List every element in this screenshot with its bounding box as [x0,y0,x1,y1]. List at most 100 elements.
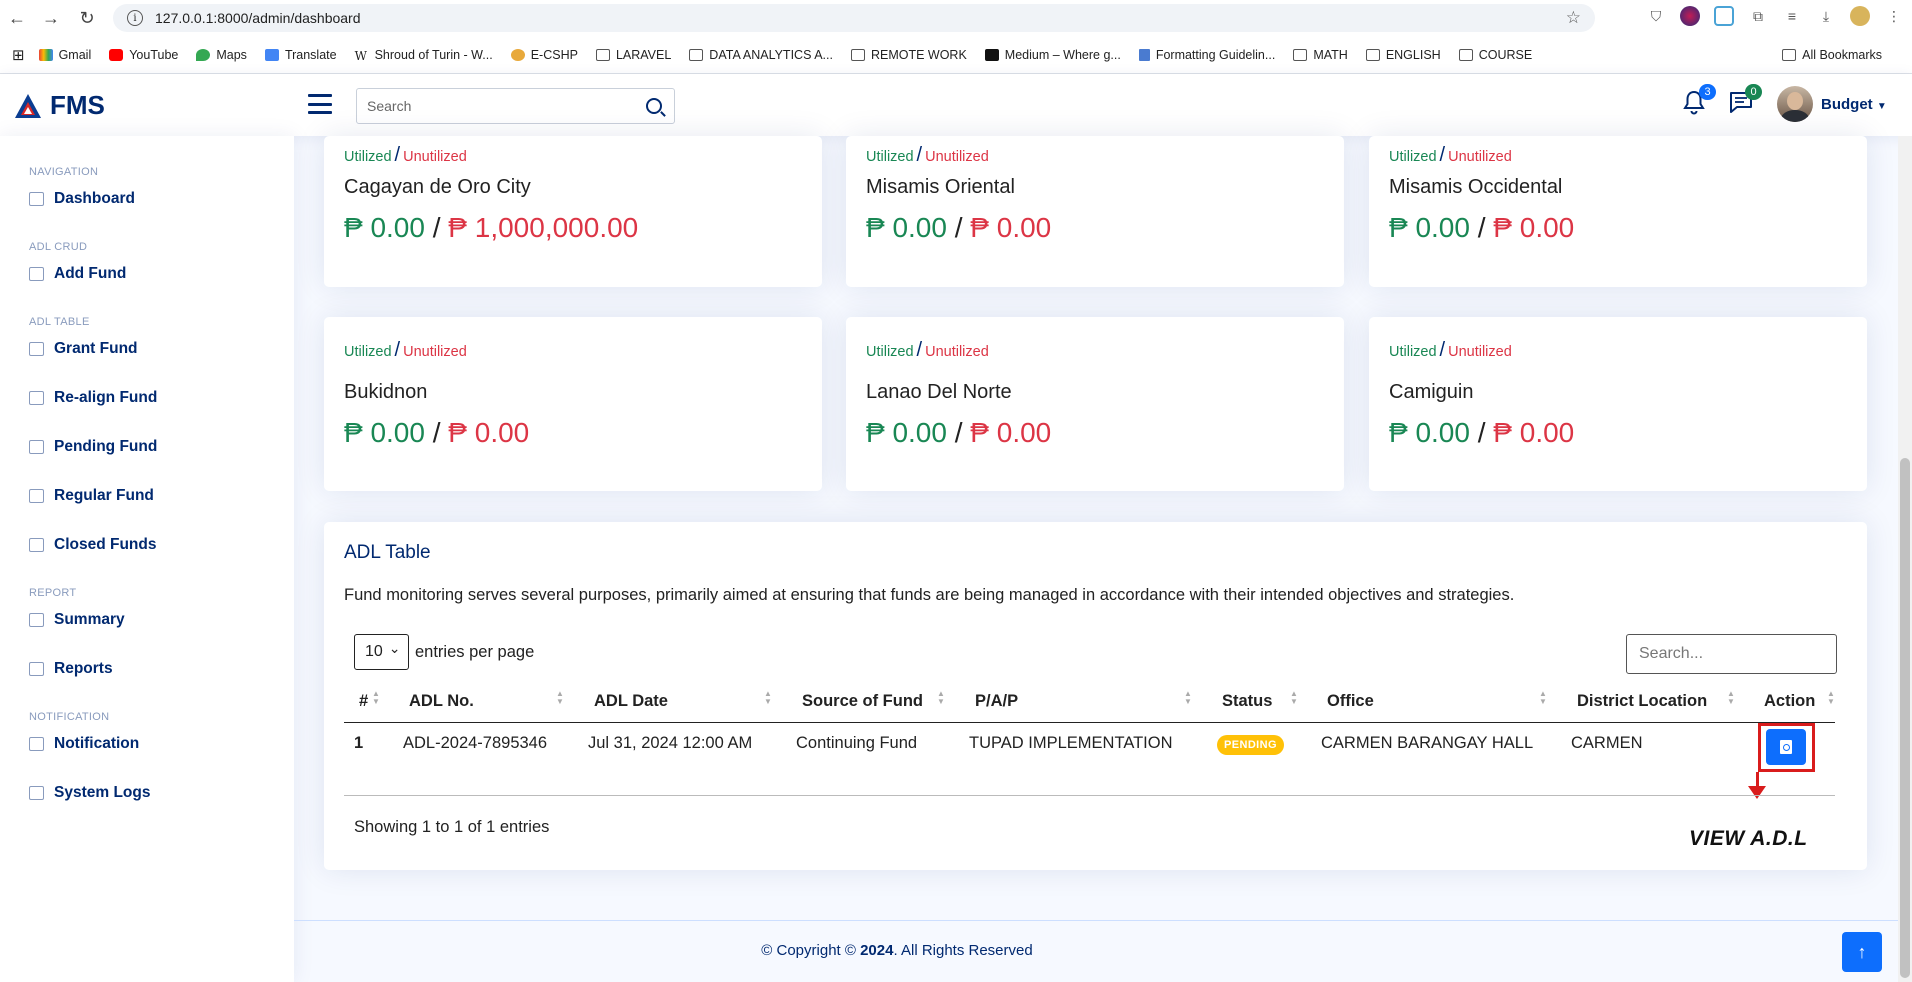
table-search-input[interactable]: Search... [1626,634,1837,674]
sidebar-item-system-logs[interactable]: System Logs [29,784,150,802]
column-header-pap[interactable]: P/A/P [975,692,1018,711]
sort-arrows-icon[interactable]: ▲ ▼ [372,690,380,706]
maps-icon [196,48,211,61]
separator: / [394,339,401,361]
bookmark-item[interactable]: COURSE [1458,48,1532,62]
unutilized-amount: ₱ 0.00 [970,212,1052,243]
bookmark-item[interactable]: Formatting Guidelin... [1138,48,1275,62]
folder-icon [1365,48,1380,61]
profile-icon[interactable] [1850,6,1870,26]
menu-kebab-icon[interactable]: ⋮ [1884,6,1904,26]
utilized-label: Utilized [866,344,914,360]
grid-extension-icon[interactable] [1714,6,1734,26]
messages-chat-icon[interactable]: 0 [1728,84,1762,118]
bookmark-item[interactable]: Medium – Where g... [984,47,1121,62]
search-icon[interactable] [646,98,662,114]
sidebar-item-grant-fund[interactable]: Grant Fund [29,340,138,358]
reload-icon[interactable]: ↻ [72,3,102,33]
sort-arrows-icon[interactable]: ▲ ▼ [1539,690,1547,706]
user-menu[interactable]: Budget ▼ [1821,96,1887,113]
sort-arrows-icon[interactable]: ▲ ▼ [1290,690,1298,706]
avatar[interactable] [1777,86,1813,122]
sort-arrows-icon[interactable]: ▲ ▼ [937,690,945,706]
unutilized-label: Unutilized [1448,344,1512,360]
sidebar-toggle-icon[interactable] [308,94,332,114]
bookmark-item[interactable]: Translate [264,48,337,62]
bookmark-item[interactable]: Maps [196,48,247,62]
folder-icon [595,48,610,61]
color-extension-icon[interactable] [1680,6,1700,26]
address-bar[interactable]: i 127.0.0.1:8000/admin/dashboard ☆ [113,4,1595,32]
notifications-count-badge: 3 [1699,84,1716,100]
utilized-unutilized-tags: Utilized / Unutilized [866,339,989,362]
sidebar-item-pending-fund[interactable]: Pending Fund [29,438,157,456]
site-info-icon[interactable]: i [127,10,143,26]
region-name: Misamis Occidental [1389,176,1563,198]
sidebar-item-reports[interactable]: Reports [29,660,113,678]
footer-year: 2024 [860,942,894,959]
bookmark-item[interactable]: LARAVEL [595,48,671,62]
unutilized-amount: ₱ 0.00 [970,417,1052,448]
column-header-source-of-fund[interactable]: Source of Fund [802,692,923,711]
sidebar-item-dashboard[interactable]: Dashboard [29,190,135,208]
region-card: Utilized / Unutilized Camiguin ₱ 0.00 / ₱ 0.… [1369,317,1867,491]
column-header-action[interactable]: Action [1764,692,1815,711]
sidebar: NAVIGATION Dashboard ADL CRUD Add Fund ADL T… [0,136,294,982]
column-header-adl-no[interactable]: ADL No. [409,692,474,711]
forward-icon[interactable]: → [36,3,66,33]
sidebar-item-notification[interactable]: Notification [29,735,139,753]
media-queue-icon[interactable]: ≡ [1782,6,1802,26]
sidebar-item-add-fund[interactable]: Add Fund [29,265,126,283]
sort-arrows-icon[interactable]: ▲ ▼ [1184,690,1192,706]
logo[interactable]: FMS [14,90,105,121]
bookmark-item[interactable]: YouTube [109,48,178,62]
gear-icon [29,786,44,800]
bookmark-item[interactable]: W Shroud of Turin - W... [355,48,493,63]
document-icon [29,391,44,405]
apps-grid-icon[interactable]: ⊞ [12,46,25,64]
bookmark-item[interactable]: MATH [1293,48,1348,62]
sort-arrows-icon[interactable]: ▲ ▼ [1727,690,1735,706]
bookmark-star-icon[interactable]: ☆ [1566,8,1581,28]
bookmark-label: Medium – Where g... [1004,47,1121,62]
utilized-unutilized-tags: Utilized / Unutilized [344,144,467,167]
folder-icon [689,48,704,61]
page-size-select[interactable]: 10 [354,634,409,670]
annotation-highlight-box [1758,723,1815,772]
status-badge: PENDING [1217,735,1284,755]
notifications-bell-icon[interactable]: 3 [1682,84,1716,118]
line-chart-icon [29,662,44,676]
column-header-status[interactable]: Status [1222,692,1272,711]
column-header-num[interactable]: # [359,692,368,711]
sort-arrows-icon[interactable]: ▲ ▼ [1827,690,1835,706]
column-header-adl-date[interactable]: ADL Date [594,692,668,711]
back-icon[interactable]: ← [2,3,32,33]
column-header-office[interactable]: Office [1327,692,1374,711]
bookmark-item[interactable]: ENGLISH [1365,48,1441,62]
sidebar-item-label: Closed Funds [54,536,157,553]
puzzle-extension-icon[interactable]: ⧉ [1748,6,1768,26]
sidebar-item-regular-fund[interactable]: Regular Fund [29,487,154,505]
all-bookmarks[interactable]: All Bookmarks [1782,48,1882,62]
footer-divider [294,920,1912,921]
unutilized-label: Unutilized [925,149,989,165]
sort-arrows-icon[interactable]: ▲ ▼ [764,690,772,706]
utilized-label: Utilized [1389,344,1437,360]
back-to-top-button[interactable]: ↑ [1842,932,1882,972]
bookmark-item[interactable]: E-CSHP [510,48,578,62]
sidebar-item-re-align-fund[interactable]: Re-align Fund [29,389,157,407]
sidebar-item-summary[interactable]: Summary [29,611,125,629]
header-search-input[interactable]: Search [356,88,675,124]
download-icon[interactable]: ⤓ [1816,6,1836,26]
bookmark-item[interactable]: REMOTE WORK [850,48,967,62]
sidebar-item-closed-funds[interactable]: Closed Funds [29,536,156,554]
receipt-icon [29,538,44,552]
page-scrollbar-thumb[interactable] [1900,458,1910,978]
bookmark-item[interactable]: Gmail [38,48,91,62]
utilized-unutilized-tags: Utilized / Unutilized [866,144,989,167]
column-header-district-location[interactable]: District Location [1577,692,1707,711]
shield-extension-icon[interactable]: ⛉ [1646,6,1666,26]
bookmark-item[interactable]: DATA ANALYTICS A... [689,48,833,62]
sort-arrows-icon[interactable]: ▲ ▼ [556,690,564,706]
folder-icon [1293,48,1308,61]
